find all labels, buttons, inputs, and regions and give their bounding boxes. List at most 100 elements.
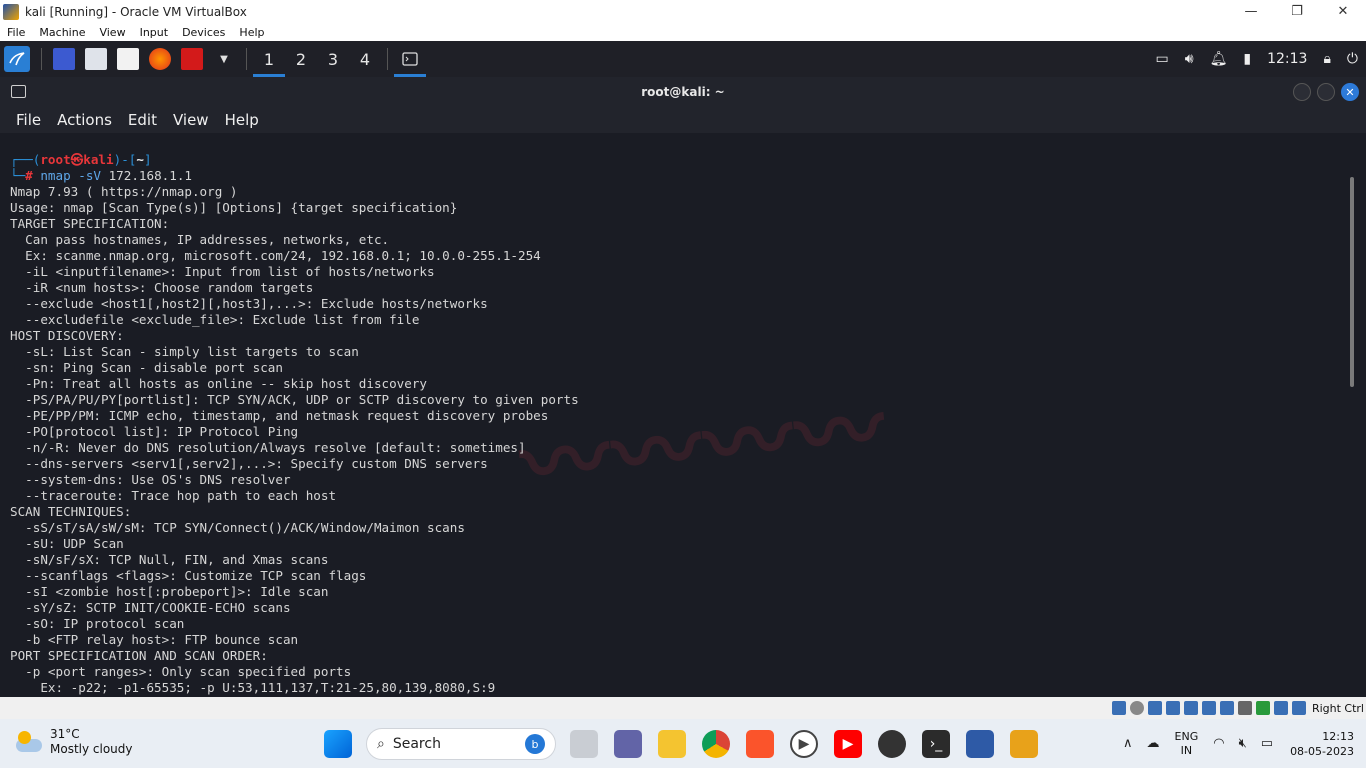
notification-bell-icon[interactable]: 🔔︎	[1210, 51, 1228, 67]
workspace-2[interactable]: 2	[285, 41, 317, 77]
workspace-3[interactable]: 3	[317, 41, 349, 77]
cpu-icon[interactable]	[1255, 701, 1270, 715]
volume-icon[interactable]: 🔊︎	[1185, 51, 1194, 67]
firefox-icon[interactable]	[149, 48, 171, 70]
output-line: -PS/PA/PU/PY[portlist]: TCP SYN/ACK, UDP…	[10, 392, 579, 407]
hard-disk-icon[interactable]	[1111, 701, 1126, 715]
display-icon[interactable]: ▭	[1156, 51, 1169, 67]
terminal-output[interactable]: ┌──(root㉿kali)-[~] └─# nmap -sV 172.168.1…	[10, 136, 1330, 696]
terminal-menu-actions[interactable]: Actions	[49, 111, 120, 129]
vm-screen[interactable]: ▼ 1 2 3 4 ▭ 🔊︎ 🔔︎ ▮ 12:13 🔒︎ ⏻ 〰〰〰〰 root…	[0, 41, 1366, 697]
optical-drive-icon[interactable]	[1129, 701, 1144, 715]
language-indicator[interactable]: ENG IN	[1175, 730, 1199, 758]
display-settings-icon[interactable]	[1219, 701, 1234, 715]
output-line: --traceroute: Trace hop path to each hos…	[10, 488, 337, 503]
windows-taskbar: 31°C Mostly cloudy ⌕ Search b ▶ ▶ ›_ ∧ ☁…	[0, 719, 1366, 768]
workspace-4[interactable]: 4	[349, 41, 381, 77]
panel-separator	[41, 48, 42, 70]
show-desktop-icon[interactable]	[53, 48, 75, 70]
host-key-label: Right Ctrl	[1311, 701, 1364, 715]
output-line: -sS/sT/sA/sW/sM: TCP SYN/Connect()/ACK/W…	[10, 520, 465, 535]
network-icon[interactable]	[1165, 701, 1180, 715]
menu-help[interactable]: Help	[232, 26, 271, 39]
virtualbox-taskbar-icon[interactable]	[966, 730, 994, 758]
mouse-integration-icon[interactable]	[1273, 701, 1288, 715]
usb-icon[interactable]	[1183, 701, 1198, 715]
terminal-maximize-button[interactable]	[1317, 83, 1335, 101]
menu-view[interactable]: View	[92, 26, 132, 39]
minimize-button[interactable]: —	[1228, 0, 1274, 23]
menu-file[interactable]: File	[0, 26, 32, 39]
output-line: Ex: -p22; -p1-65535; -p U:53,111,137,T:2…	[10, 680, 496, 695]
teams-chat-icon[interactable]	[614, 730, 642, 758]
output-line: -sn: Ping Scan - disable port scan	[10, 360, 283, 375]
chevron-up-icon[interactable]: ∧	[1123, 736, 1133, 751]
kali-menu-icon[interactable]	[4, 46, 30, 72]
bing-icon[interactable]: b	[525, 734, 545, 754]
terminal-launcher-icon[interactable]	[181, 48, 203, 70]
taskbar-apps: ⌕ Search b ▶ ▶ ›_	[316, 724, 1046, 764]
menu-input[interactable]: Input	[133, 26, 175, 39]
terminal-menu-file[interactable]: File	[8, 111, 49, 129]
shared-folders-icon[interactable]	[1201, 701, 1216, 715]
cloud-sun-icon	[16, 731, 44, 753]
window-title: kali [Running] - Oracle VM VirtualBox	[25, 4, 247, 19]
terminal-close-button[interactable]: ✕	[1341, 83, 1359, 101]
vbox-menubar: File Machine View Input Devices Help	[0, 23, 1366, 41]
power-icon[interactable]: ⏻	[1347, 51, 1358, 67]
wifi-icon[interactable]: ◠	[1213, 736, 1224, 751]
menu-machine[interactable]: Machine	[32, 26, 92, 39]
media-player-icon[interactable]: ▶	[790, 730, 818, 758]
task-view-icon[interactable]	[570, 730, 598, 758]
terminal-menu-view[interactable]: View	[165, 111, 217, 129]
brave-icon[interactable]	[746, 730, 774, 758]
search-icon: ⌕	[377, 736, 385, 752]
restore-button[interactable]: ❐	[1274, 0, 1320, 23]
windows-start-icon[interactable]	[324, 730, 352, 758]
panel-separator	[246, 48, 247, 70]
prompt-line-1: ┌──(root㉿kali)-[~]	[10, 152, 152, 167]
chrome-icon[interactable]	[702, 730, 730, 758]
battery-tray-icon[interactable]: ▭	[1261, 736, 1273, 751]
audio-icon[interactable]	[1147, 701, 1162, 715]
terminal-task-icon[interactable]	[394, 41, 426, 77]
onedrive-cloud-icon[interactable]: ☁	[1147, 736, 1160, 751]
terminal-menu-edit[interactable]: Edit	[120, 111, 165, 129]
output-line: --system-dns: Use OS's DNS resolver	[10, 472, 291, 487]
kali-top-panel: ▼ 1 2 3 4 ▭ 🔊︎ 🔔︎ ▮ 12:13 🔒︎ ⏻	[0, 41, 1366, 77]
output-line: -sN/sF/sX: TCP Null, FIN, and Xmas scans	[10, 552, 329, 567]
recording-icon[interactable]	[1237, 701, 1252, 715]
taskbar-search[interactable]: ⌕ Search b	[366, 728, 556, 760]
keyboard-capture-icon[interactable]	[1291, 701, 1306, 715]
chevron-down-icon[interactable]: ▼	[213, 48, 235, 70]
terminal-scrollbar[interactable]	[1350, 177, 1354, 387]
vbox-titlebar: kali [Running] - Oracle VM VirtualBox — …	[0, 0, 1366, 23]
workspace-1[interactable]: 1	[253, 41, 285, 77]
speaker-muted-icon[interactable]: 🔇︎	[1239, 736, 1247, 751]
menu-devices[interactable]: Devices	[175, 26, 232, 39]
battery-icon[interactable]: ▮	[1243, 51, 1251, 67]
youtube-icon[interactable]: ▶	[834, 730, 862, 758]
terminal-menu-help[interactable]: Help	[217, 111, 267, 129]
panel-clock[interactable]: 12:13	[1267, 51, 1307, 67]
vbox-statusbar: Right Ctrl	[0, 697, 1366, 719]
whatsapp-icon[interactable]	[878, 730, 906, 758]
output-line: Usage: nmap [Scan Type(s)] [Options] {ta…	[10, 200, 458, 215]
prompt-args: 172.168.1.1	[101, 168, 193, 183]
text-editor-icon[interactable]	[117, 48, 139, 70]
pinned-app-icon[interactable]	[1010, 730, 1038, 758]
prompt-command: nmap -sV	[40, 168, 102, 183]
lock-icon[interactable]: 🔒︎	[1323, 51, 1330, 67]
output-line: Nmap 7.93 ( https://nmap.org )	[10, 184, 238, 199]
taskbar-clock[interactable]: 12:13 08-05-2023	[1290, 729, 1354, 759]
weather-temp: 31°C	[50, 727, 80, 741]
file-explorer-icon[interactable]	[658, 730, 686, 758]
prompt-line-2: └─# nmap -sV 172.168.1.1	[10, 168, 193, 183]
windows-terminal-icon[interactable]: ›_	[922, 730, 950, 758]
output-line: PORT SPECIFICATION AND SCAN ORDER:	[10, 648, 268, 663]
terminal-minimize-button[interactable]	[1293, 83, 1311, 101]
close-button[interactable]: ✕	[1320, 0, 1366, 23]
weather-widget[interactable]: 31°C Mostly cloudy	[16, 727, 133, 757]
file-manager-icon[interactable]	[85, 48, 107, 70]
terminal-menubar: File Actions Edit View Help	[0, 107, 1366, 133]
